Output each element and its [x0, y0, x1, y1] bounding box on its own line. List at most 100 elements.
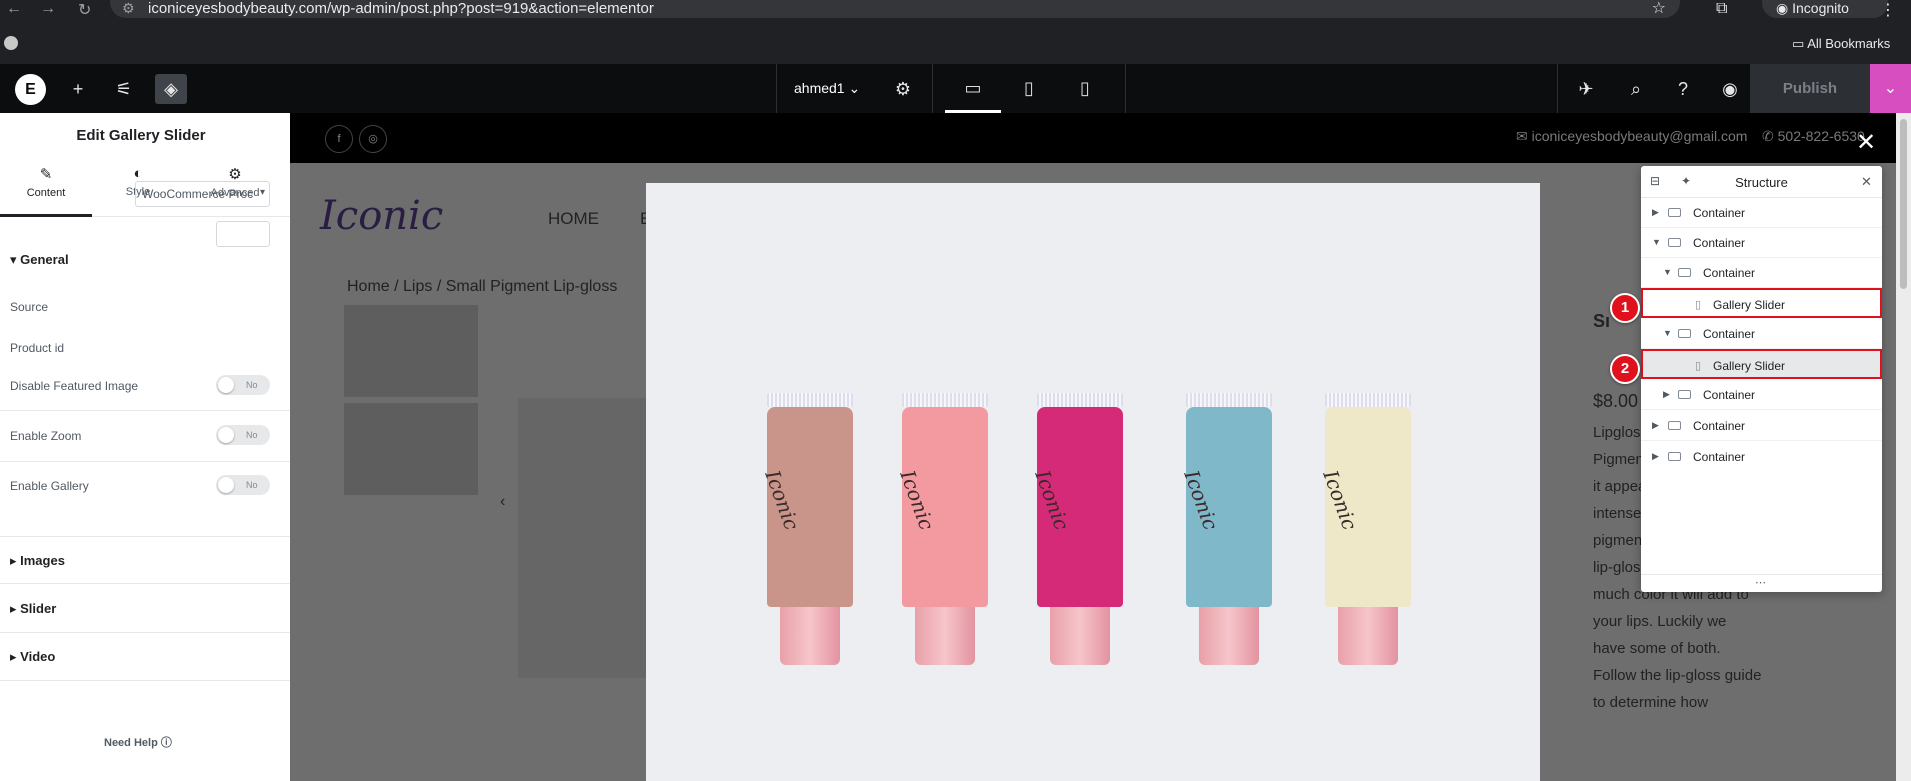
need-help-link[interactable]: Need Help ⓘ: [104, 734, 172, 750]
browser-menu-icon[interactable]: ⋮: [1880, 0, 1896, 20]
back-icon[interactable]: ←: [6, 0, 22, 18]
folder-icon: ▭: [1792, 36, 1808, 51]
desktop-view-icon[interactable]: ▭: [945, 64, 1001, 113]
structure-layers-icon[interactable]: ◈: [155, 74, 187, 104]
caret-down-icon[interactable]: ▼: [1663, 267, 1672, 277]
extensions-icon[interactable]: ⧉: [1716, 0, 1727, 18]
structure-row[interactable]: ▶ Container: [1641, 198, 1882, 228]
structure-row[interactable]: ▶ Container: [1641, 411, 1882, 441]
structure-row[interactable]: ▶ Container: [1641, 380, 1882, 410]
container-icon: [1668, 452, 1681, 461]
mobile-view-icon[interactable]: ▯: [1057, 64, 1113, 113]
structure-row[interactable]: ▶ Container: [1641, 442, 1882, 472]
bookmark-star-icon[interactable]: ☆: [1652, 0, 1666, 18]
section-video-label: Video: [20, 649, 56, 664]
document-name-label: ahmed1: [794, 80, 845, 96]
toggle-knob: [218, 427, 234, 443]
site-settings-sliders-icon[interactable]: ⚟: [108, 74, 140, 104]
caret-right-icon[interactable]: ▶: [1663, 389, 1670, 400]
toggle-state: No: [246, 430, 258, 440]
caret-right-icon: ▸: [10, 649, 21, 664]
resize-handle-icon[interactable]: ⋯: [1755, 576, 1766, 589]
structure-title: Structure: [1735, 175, 1788, 190]
select-caret-icon: ▾: [259, 187, 265, 198]
divider: [0, 583, 290, 584]
lightbox-close-icon[interactable]: ✕: [1856, 128, 1876, 157]
scrollbar-thumb[interactable]: [1900, 119, 1907, 289]
enable-gallery-toggle[interactable]: No: [216, 475, 270, 495]
all-bookmarks[interactable]: ▭ All Bookmarks: [1792, 36, 1890, 52]
chevron-down-icon: ⌄: [848, 80, 861, 96]
disable-featured-image-toggle[interactable]: No: [216, 375, 270, 395]
structure-row-label: Gallery Slider: [1713, 359, 1786, 373]
section-video[interactable]: ▸ Video: [10, 649, 55, 665]
caret-right-icon[interactable]: ▶: [1652, 451, 1659, 462]
caret-down-icon[interactable]: ▼: [1652, 237, 1661, 247]
site-email-text: iconiceyesbodybeauty@gmail.com: [1531, 128, 1748, 144]
page-scrollbar[interactable]: [1896, 113, 1911, 781]
reload-icon[interactable]: ↻: [78, 0, 91, 20]
section-general[interactable]: ▾ General: [10, 252, 69, 268]
help-circle-icon: ⓘ: [160, 737, 172, 749]
section-images[interactable]: ▸ Images: [10, 553, 65, 569]
caret-down-icon: ▾: [10, 252, 21, 267]
structure-header: ⊟ ✦ Structure ✕: [1641, 166, 1882, 198]
product-id-input[interactable]: [216, 221, 270, 247]
site-email: ✉ iconiceyesbodybeauty@gmail.com: [1516, 128, 1747, 145]
help-icon[interactable]: ?: [1667, 74, 1699, 104]
editor-panel: Edit Gallery Slider ✎ Content ◐ Style ⚙ Adv…: [0, 113, 290, 781]
caret-right-icon: ▸: [10, 553, 21, 568]
structure-row[interactable]: ▼ Container: [1641, 319, 1882, 349]
caret-right-icon[interactable]: ▶: [1652, 420, 1659, 431]
section-general-label: General: [20, 252, 69, 267]
divider: [1641, 574, 1882, 575]
caret-right-icon[interactable]: ▶: [1652, 207, 1659, 218]
browser-toolbar: ← → ↻ ⚙ iconiceyesbodybeauty.com/wp-admi…: [0, 0, 1911, 64]
divider: [0, 680, 290, 681]
site-settings-icon[interactable]: ⚙: [122, 0, 135, 17]
instagram-icon[interactable]: ◎: [359, 125, 387, 153]
forward-icon[interactable]: →: [40, 0, 56, 18]
source-select[interactable]: WooCommerce Proc ▾: [135, 181, 270, 207]
pencil-icon: ✎: [39, 166, 53, 183]
disable-featured-image-label: Disable Featured Image: [10, 379, 139, 393]
facebook-icon[interactable]: f: [325, 125, 353, 153]
lip-gloss-tube: Iconic: [1030, 393, 1123, 665]
gallery-thumbnail: [344, 305, 478, 397]
publish-button[interactable]: Publish: [1750, 64, 1870, 113]
bookmarks-bar: ▭ All Bookmarks: [0, 32, 1911, 56]
gallery-thumbnail: [344, 403, 478, 495]
elementor-logo-icon[interactable]: E: [15, 74, 46, 105]
url-text[interactable]: iconiceyesbodybeauty.com/wp-admin/post.p…: [148, 0, 654, 17]
document-name[interactable]: ahmed1 ⌄: [794, 80, 860, 97]
caret-down-icon[interactable]: ▼: [1663, 328, 1672, 338]
product-title: Sı: [1593, 311, 1611, 331]
divider: [0, 461, 290, 462]
tab-content[interactable]: ✎ Content: [0, 159, 92, 217]
panel-title: Edit Gallery Slider: [76, 127, 206, 144]
enable-zoom-toggle[interactable]: No: [216, 425, 270, 445]
annotation-marker: 2: [1610, 354, 1640, 384]
structure-panel: ⊟ ✦ Structure ✕ ▶ Container ▼ Container …: [1641, 166, 1882, 592]
page-settings-gear-icon[interactable]: ⚙: [887, 74, 919, 104]
incognito-icon: ◉: [1776, 0, 1793, 16]
toggle-knob: [218, 377, 234, 393]
search-icon[interactable]: ⌕: [1620, 74, 1652, 104]
structure-row[interactable]: ▼ Container: [1641, 228, 1882, 258]
notifications-rocket-icon[interactable]: ✈: [1570, 74, 1602, 104]
structure-row-selected[interactable]: ▯ Gallery Slider: [1641, 349, 1882, 379]
address-bar[interactable]: ⚙ iconiceyesbodybeauty.com/wp-admin/post…: [110, 0, 1680, 18]
preview-eye-icon[interactable]: ◉: [1714, 74, 1746, 104]
add-element-icon[interactable]: +: [62, 74, 94, 104]
bookmark-favicon-icon[interactable]: [4, 36, 18, 50]
structure-row[interactable]: ▼ Container: [1641, 258, 1882, 288]
tablet-view-icon[interactable]: ▯: [1001, 64, 1057, 113]
container-icon: [1668, 238, 1681, 247]
section-images-label: Images: [20, 553, 65, 568]
close-icon[interactable]: ✕: [1861, 174, 1872, 190]
incognito-badge[interactable]: ◉ Incognito: [1762, 0, 1888, 18]
publish-options-chevron-icon[interactable]: ⌄: [1870, 64, 1911, 113]
structure-row-highlighted[interactable]: ▯ Gallery Slider: [1641, 288, 1882, 318]
toggle-knob: [218, 477, 234, 493]
section-slider[interactable]: ▸ Slider: [10, 601, 56, 617]
